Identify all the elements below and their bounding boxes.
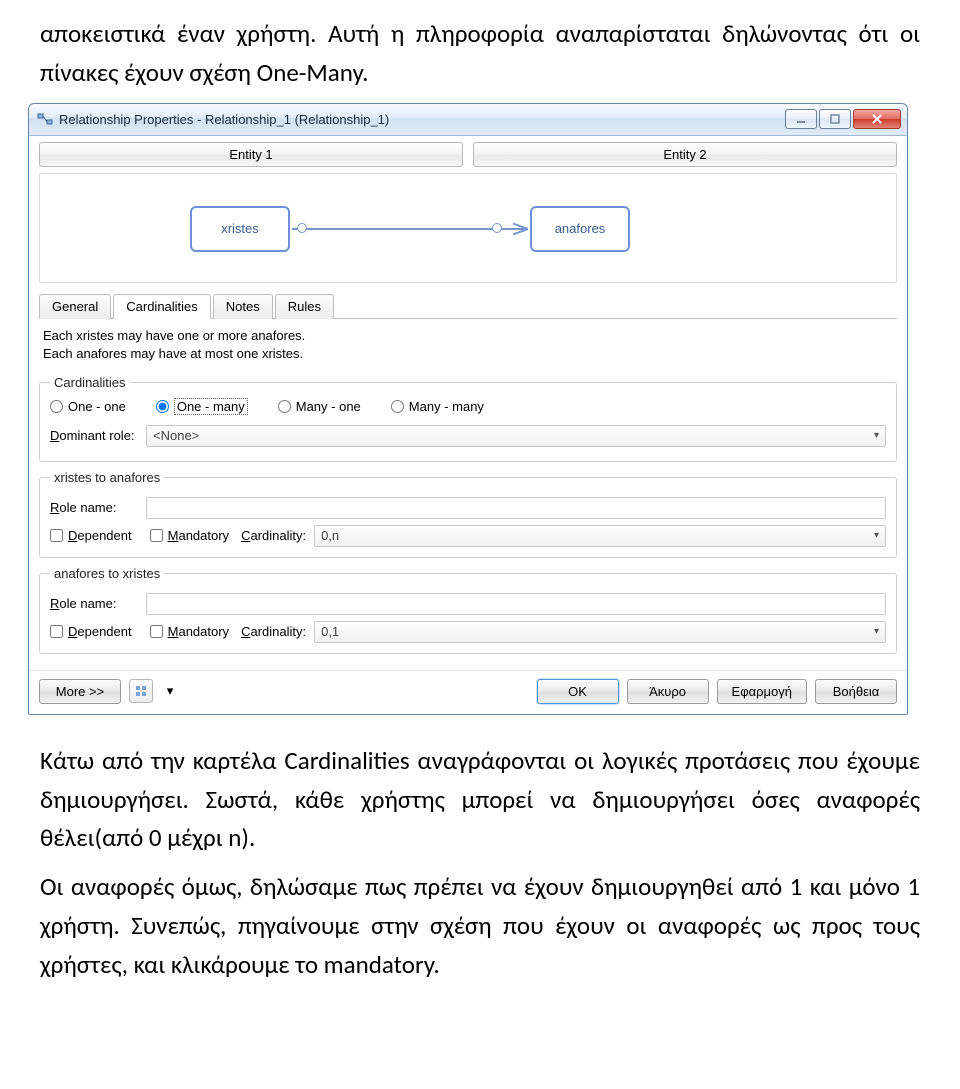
entity2-header[interactable]: Entity 2 <box>473 142 897 167</box>
dominant-role-value: <None> <box>153 428 199 443</box>
tab-general[interactable]: General <box>39 294 111 319</box>
dropdown-arrow-icon[interactable]: ▾ <box>161 679 179 703</box>
relationship-icon <box>37 111 53 127</box>
tab-cardinalities[interactable]: Cardinalities <box>113 294 211 319</box>
cardinality-label-2: Cardinality: <box>241 624 306 639</box>
mandatory-checkbox-2[interactable] <box>150 625 163 638</box>
apply-button[interactable]: Εφαρμογή <box>717 679 807 704</box>
dependent-checkbox-1[interactable] <box>50 529 63 542</box>
dependent-label-2: Dependent <box>68 624 132 639</box>
radio-many-many-input[interactable] <box>391 400 404 413</box>
radio-many-one-input[interactable] <box>278 400 291 413</box>
cardinality-combo-2[interactable]: 0,1 ▾ <box>314 621 886 643</box>
direction2-legend: anafores to xristes <box>50 566 164 581</box>
dependent-check-2[interactable]: Dependent <box>50 624 132 639</box>
dominant-role-combo[interactable]: <None> ▾ <box>146 425 886 447</box>
desc-line-1: Each xristes may have one or more anafor… <box>43 327 897 345</box>
direction1-group: xristes to anafores Role name: Dependent… <box>39 470 897 558</box>
mandatory-check-2[interactable]: Mandatory <box>150 624 229 639</box>
direction1-legend: xristes to anafores <box>50 470 164 485</box>
cardinality-combo-1[interactable]: 0,n ▾ <box>314 525 886 547</box>
direction2-group: anafores to xristes Role name: Dependent… <box>39 566 897 654</box>
role-name-input-2[interactable] <box>146 593 886 615</box>
relationship-properties-dialog: Relationship Properties - Relationship_1… <box>28 103 908 715</box>
mandatory-label-1: Mandatory <box>168 528 229 543</box>
crowfoot-icon <box>510 220 528 238</box>
entity1-header[interactable]: Entity 1 <box>39 142 463 167</box>
cancel-button[interactable]: Άκυρο <box>627 679 709 704</box>
tab-rules[interactable]: Rules <box>275 294 334 319</box>
radio-many-one-label: Many - one <box>296 399 361 414</box>
radio-one-one[interactable]: One - one <box>50 399 126 414</box>
dependent-check-1[interactable]: Dependent <box>50 528 132 543</box>
mandatory-check-1[interactable]: Mandatory <box>150 528 229 543</box>
mandatory-label-2: Mandatory <box>168 624 229 639</box>
help-button[interactable]: Βοήθεια <box>815 679 897 704</box>
radio-many-many-label: Many - many <box>409 399 484 414</box>
relationship-diagram: xristes anafores <box>39 173 897 283</box>
tabstrip: General Cardinalities Notes Rules <box>39 293 897 319</box>
radio-one-many[interactable]: One - many <box>156 398 248 415</box>
maximize-button[interactable] <box>819 109 851 129</box>
role-name-label-1: Role name: <box>50 500 140 515</box>
minimize-button[interactable] <box>785 109 817 129</box>
cardinality-description: Each xristes may have one or more anafor… <box>39 325 897 371</box>
dependent-checkbox-2[interactable] <box>50 625 63 638</box>
ok-button[interactable]: OK <box>537 679 619 704</box>
entity-box-right[interactable]: anafores <box>530 206 630 252</box>
desc-line-2: Each anafores may have at most one xrist… <box>43 345 897 363</box>
radio-many-many[interactable]: Many - many <box>391 399 484 414</box>
radio-one-one-input[interactable] <box>50 400 63 413</box>
doc-paragraph-1: αποκειστικά έναν χρήστη. Αυτή η πληροφορ… <box>0 0 960 103</box>
chevron-down-icon: ▾ <box>874 430 879 441</box>
cardinalities-group: Cardinalities One - one One - many Many … <box>39 375 897 462</box>
cardinalities-legend: Cardinalities <box>50 375 130 390</box>
radio-many-one[interactable]: Many - one <box>278 399 361 414</box>
customize-icon-button[interactable] <box>129 679 153 703</box>
dominant-role-label: Dominant role: <box>50 428 140 443</box>
endcap-left-icon <box>297 223 307 233</box>
radio-one-one-label: One - one <box>68 399 126 414</box>
dialog-title: Relationship Properties - Relationship_1… <box>59 112 783 127</box>
role-name-input-1[interactable] <box>146 497 886 519</box>
doc-paragraph-2: Κάτω από την καρτέλα Cardinalities αναγρ… <box>0 727 960 868</box>
cardinality-value-2: 0,1 <box>321 624 339 639</box>
tab-notes[interactable]: Notes <box>213 294 273 319</box>
dialog-footer: More >> ▾ OK Άκυρο Εφαρμογή Βοήθεια <box>29 670 907 714</box>
mandatory-checkbox-1[interactable] <box>150 529 163 542</box>
cardinality-label-1: Cardinality: <box>241 528 306 543</box>
radio-one-many-input[interactable] <box>156 400 169 413</box>
radio-one-many-label: One - many <box>174 398 248 415</box>
entity-box-left[interactable]: xristes <box>190 206 290 252</box>
endcap-right-circle-icon <box>492 223 502 233</box>
more-button[interactable]: More >> <box>39 679 121 704</box>
titlebar: Relationship Properties - Relationship_1… <box>29 104 907 136</box>
dependent-label-1: Dependent <box>68 528 132 543</box>
chevron-down-icon: ▾ <box>874 530 879 541</box>
doc-paragraph-3: Οι αναφορές όμως, δηλώσαμε πως πρέπει να… <box>0 868 960 994</box>
role-name-label-2: Role name: <box>50 596 140 611</box>
cardinality-value-1: 0,n <box>321 528 339 543</box>
close-button[interactable] <box>853 109 901 129</box>
chevron-down-icon: ▾ <box>874 626 879 637</box>
